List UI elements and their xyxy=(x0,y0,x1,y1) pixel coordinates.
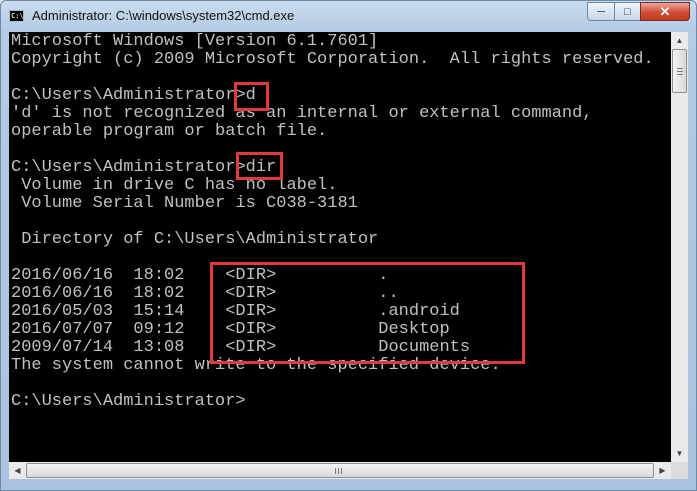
grip-line xyxy=(338,468,339,474)
scroll-down-arrow-icon[interactable]: ▼ xyxy=(671,445,688,462)
console-line: Copyright (c) 2009 Microsoft Corporation… xyxy=(11,50,654,69)
grip-line xyxy=(335,468,336,474)
grip-line xyxy=(677,68,683,69)
grip-line xyxy=(677,71,683,72)
vertical-scroll-thumb[interactable] xyxy=(672,49,687,93)
console-line: Directory of C:\Users\Administrator xyxy=(11,230,379,249)
console-output[interactable]: Microsoft Windows [Version 6.1.7601] Cop… xyxy=(9,32,671,462)
maximize-button[interactable]: □ xyxy=(614,2,641,21)
scroll-right-arrow-icon[interactable]: ▶ xyxy=(654,462,671,479)
horizontal-scrollbar[interactable]: ◀ ▶ xyxy=(9,462,671,479)
horizontal-scroll-thumb[interactable] xyxy=(26,463,654,478)
console-line: Microsoft Windows [Version 6.1.7601] xyxy=(11,32,379,51)
highlight-box-dir-command xyxy=(236,152,283,180)
cmd-icon[interactable]: C:\ xyxy=(9,10,24,22)
console-line: C:\Users\Administrator> xyxy=(11,392,246,411)
console-line: C:\Users\Administrator>dir xyxy=(11,158,277,177)
console-line: C:\Users\Administrator>d xyxy=(11,86,256,105)
cmd-window: C:\ Administrator: C:\windows\system32\c… xyxy=(0,0,697,491)
scroll-up-arrow-icon[interactable]: ▲ xyxy=(671,32,688,49)
title-bar[interactable]: C:\ Administrator: C:\windows\system32\c… xyxy=(1,1,696,32)
console-line: operable program or batch file. xyxy=(11,122,328,141)
highlight-box-dir-listing xyxy=(210,262,525,364)
close-button[interactable]: ✕ xyxy=(640,2,690,21)
scroll-left-arrow-icon[interactable]: ◀ xyxy=(9,462,26,479)
highlight-box-d-command xyxy=(234,82,269,111)
grip-line xyxy=(677,74,683,75)
scrollbar-corner xyxy=(671,462,688,479)
vertical-scrollbar[interactable]: ▲ ▼ xyxy=(671,32,688,462)
console-line: Volume Serial Number is C038-3181 xyxy=(11,194,358,213)
console-line: 'd' is not recognized as an internal or … xyxy=(11,104,593,123)
console-line: Volume in drive C has no label. xyxy=(11,176,338,195)
window-title: Administrator: C:\windows\system32\cmd.e… xyxy=(32,8,295,23)
minimize-button[interactable]: ─ xyxy=(587,2,615,21)
grip-line xyxy=(341,468,342,474)
